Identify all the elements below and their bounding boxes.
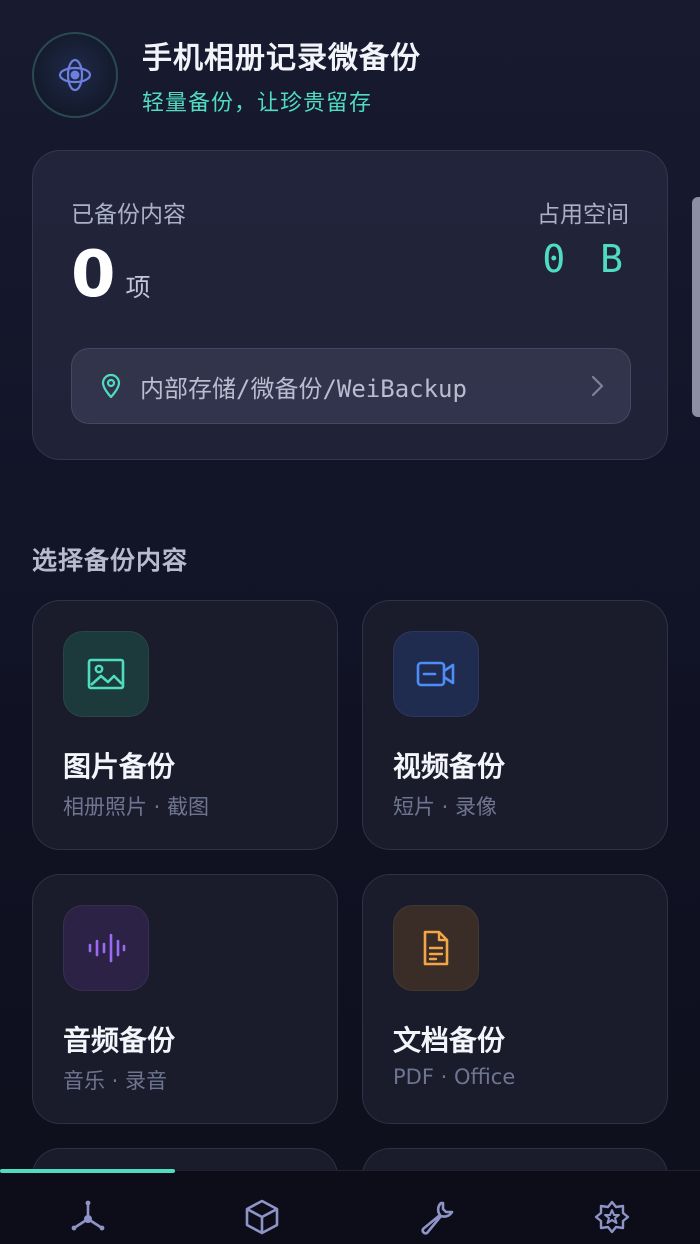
app-subtitle: 轻量备份，让珍贵留存: [142, 91, 373, 116]
nav-tab-tools[interactable]: [414, 1195, 458, 1239]
chevron-right-icon: [591, 375, 604, 397]
cube-icon: [245, 1199, 279, 1235]
audio-icon-wrap: [63, 905, 149, 991]
space-used-value: 0 B: [542, 237, 629, 281]
video-backup-tile[interactable]: 视频备份 短片 · 录像: [362, 600, 668, 850]
video-backup-subtitle: 短片 · 录像: [393, 795, 498, 819]
backed-up-count-value: 0: [71, 238, 116, 312]
backup-path-text: 内部存储/微备份/WeiBackup: [140, 374, 467, 403]
backed-up-count-unit: 项: [125, 273, 151, 302]
space-used-label: 占用空间: [537, 202, 629, 228]
video-backup-title: 视频备份: [393, 750, 506, 783]
app-title: 手机相册记录微备份: [142, 41, 421, 76]
backup-path-button[interactable]: 内部存储/微备份/WeiBackup: [71, 348, 631, 424]
app-header: 手机相册记录微备份 轻量备份，让珍贵留存: [32, 32, 421, 118]
audio-wave-icon: [88, 933, 126, 963]
backed-up-count: 0 项: [71, 243, 151, 307]
active-tab-indicator: [0, 1169, 175, 1173]
document-backup-tile[interactable]: 文档备份 PDF · Office: [362, 874, 668, 1124]
image-backup-tile[interactable]: 图片备份 相册照片 · 截图: [32, 600, 338, 850]
scrollbar[interactable]: [692, 197, 700, 417]
atom-icon: [58, 58, 92, 92]
nav-tab-storage[interactable]: [240, 1195, 284, 1239]
document-backup-title: 文档备份: [393, 1024, 506, 1057]
audio-backup-tile[interactable]: 音频备份 音乐 · 录音: [32, 874, 338, 1124]
nav-tab-favorites[interactable]: [590, 1195, 634, 1239]
image-backup-title: 图片备份: [63, 750, 176, 783]
star-badge-icon: [594, 1200, 630, 1234]
image-icon-wrap: [63, 631, 149, 717]
backed-up-label: 已备份内容: [71, 202, 186, 228]
image-backup-subtitle: 相册照片 · 截图: [63, 795, 210, 819]
app-logo: [32, 32, 118, 118]
section-title: 选择备份内容: [32, 546, 189, 575]
audio-backup-title: 音频备份: [63, 1024, 176, 1057]
audio-backup-subtitle: 音乐 · 录音: [63, 1069, 168, 1093]
wrench-icon: [421, 1201, 454, 1235]
backup-stats-card: 已备份内容 占用空间 0 项 0 B 内部存储/微备份/WeiBackup: [32, 150, 668, 460]
bottom-navigation: [0, 1169, 700, 1244]
nav-tab-home[interactable]: [66, 1195, 110, 1239]
video-camera-icon: [416, 661, 455, 687]
document-icon-wrap: [393, 905, 479, 991]
video-icon-wrap: [393, 631, 479, 717]
document-icon: [423, 930, 449, 966]
image-icon: [87, 658, 125, 690]
location-pin-icon: [101, 373, 121, 399]
nodes-icon: [71, 1200, 105, 1231]
document-backup-subtitle: PDF · Office: [393, 1065, 516, 1089]
